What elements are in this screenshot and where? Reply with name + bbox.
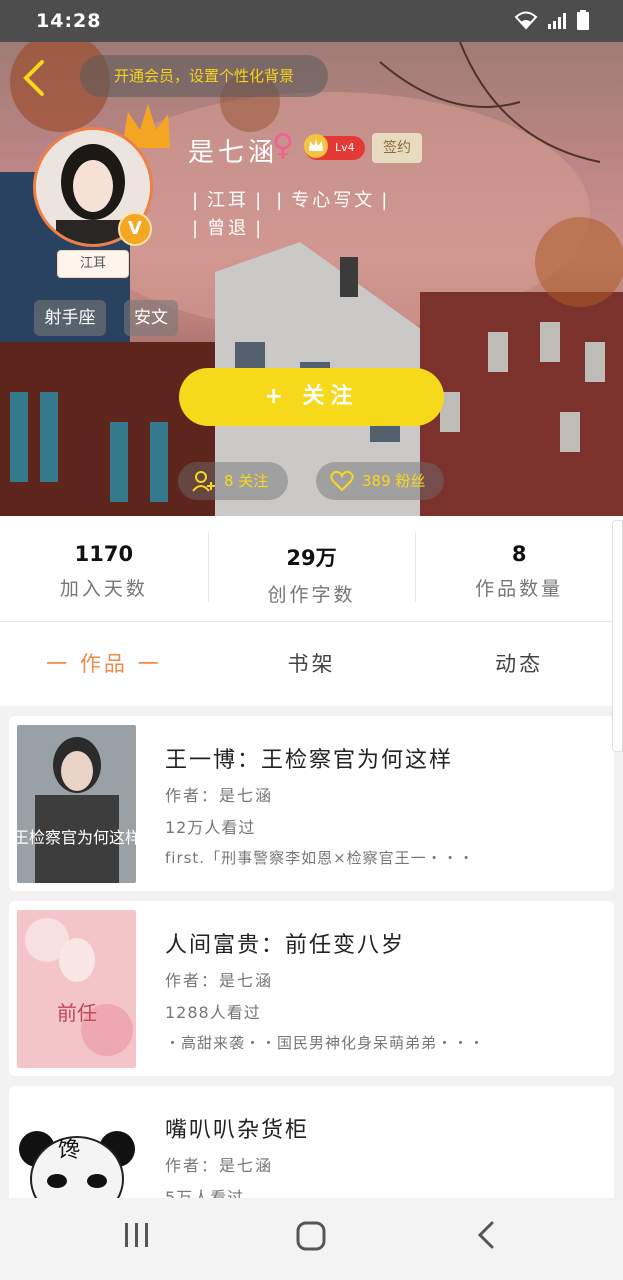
user-add-icon <box>192 471 215 492</box>
status-time: 14:28 <box>36 10 102 32</box>
work-title: 人间富贵：前任变八岁 <box>165 933 406 958</box>
verified-badge-icon: V <box>118 212 152 246</box>
battery-icon <box>577 10 589 30</box>
profile-tags-row-2: | 曾退 | <box>192 218 265 239</box>
gender-female-icon: ♀ <box>272 128 294 163</box>
stat-value: 29万 <box>286 546 337 570</box>
stat-value: 1170 <box>74 542 134 566</box>
profile-tabs: 一 作品 一 书架 动态 <box>0 622 623 706</box>
level-text: Lv4 <box>335 141 355 154</box>
stat-join-days: 1170 加入天数 <box>0 516 208 621</box>
following-count[interactable]: 8 关注 <box>178 462 288 500</box>
stat-label: 作品数量 <box>475 578 564 600</box>
zodiac-chip: 射手座 <box>34 300 106 336</box>
profile-tag: 曾退 <box>207 218 250 239</box>
work-card[interactable]: 前任 人间富贵：前任变八岁 作者：是七涵 1288人看过 ・高甜来袭・・国民男神… <box>9 901 614 1076</box>
work-card[interactable]: 王检察官为何这样 王一博：王检察官为何这样 作者：是七涵 12万人看过 firs… <box>9 716 614 891</box>
fans-label: 389 粉丝 <box>362 472 426 490</box>
following-label: 8 关注 <box>224 472 269 490</box>
cover-text: 馋 <box>58 1138 80 1163</box>
back-nav-icon[interactable] <box>472 1220 502 1250</box>
work-title: 王一博：王检察官为何这样 <box>165 748 454 773</box>
profile-header <box>0 42 623 516</box>
work-author: 作者：是七涵 <box>165 1156 274 1175</box>
stat-label: 加入天数 <box>59 578 148 600</box>
signal-icon <box>548 13 566 29</box>
work-card[interactable]: 馋 嘴叭叭杂货柜 作者：是七涵 5万人看过 <box>9 1086 614 1198</box>
profile-tag: 专心写文 <box>291 190 376 211</box>
work-cover-image: 王检察官为何这样 <box>17 725 136 883</box>
work-author: 作者：是七涵 <box>165 971 274 990</box>
works-list: 王检察官为何这样 王一博：王检察官为何这样 作者：是七涵 12万人看过 firs… <box>0 706 623 1198</box>
tab-activity[interactable]: 动态 <box>415 622 623 706</box>
work-views: 5万人看过 <box>165 1188 245 1198</box>
stat-label: 创作字数 <box>267 584 356 606</box>
scroll-indicator[interactable] <box>612 520 623 752</box>
username: 是七涵 <box>188 138 279 168</box>
work-author: 作者：是七涵 <box>165 786 274 805</box>
wifi-icon <box>514 11 538 30</box>
cover-text: 王检察官为何这样 <box>17 828 136 847</box>
header-background-image <box>0 42 623 516</box>
level-badge: Lv4 <box>304 134 365 160</box>
tab-bookshelf[interactable]: 书架 <box>208 622 416 706</box>
fans-count[interactable]: 389 粉丝 <box>316 462 444 500</box>
work-title: 嘴叭叭杂货柜 <box>165 1118 310 1143</box>
cover-text: 前任 <box>57 1001 97 1025</box>
heart-icon <box>330 470 354 492</box>
vip-background-banner[interactable]: 开通会员，设置个性化背景 <box>80 55 328 97</box>
work-views: 12万人看过 <box>165 818 256 837</box>
signed-badge: 签约 <box>372 133 422 163</box>
profile-tag: 江耳 <box>207 190 250 211</box>
work-description: first.「刑事警察李如恩×检察官王一・・・ <box>165 849 475 867</box>
level-crown-icon <box>304 134 328 158</box>
avatar-tag: 江耳 <box>57 250 129 278</box>
status-bar: 14:28 <box>0 0 623 42</box>
tab-works[interactable]: 一 作品 一 <box>0 622 208 706</box>
follow-button[interactable]: + 关注 <box>179 368 444 426</box>
work-views: 1288人看过 <box>165 1003 261 1022</box>
stat-word-count: 29万 创作字数 <box>207 516 416 621</box>
status-icons <box>513 10 589 30</box>
system-navigation-bar <box>0 1198 623 1280</box>
home-icon[interactable] <box>295 1220 327 1252</box>
recent-apps-icon[interactable] <box>122 1220 152 1250</box>
stat-value: 8 <box>511 542 527 566</box>
stat-works-count: 8 作品数量 <box>415 516 623 621</box>
work-cover-image: 前任 <box>17 910 136 1068</box>
work-description: ・高甜来袭・・国民男神化身呆萌弟弟・・・ <box>165 1034 486 1052</box>
back-arrow-icon[interactable] <box>14 56 54 100</box>
work-cover-image: 馋 <box>17 1095 136 1198</box>
info-chip: 安文 <box>124 300 178 336</box>
profile-tags-row: | 江耳 | | 专心写文 | <box>192 190 391 211</box>
stats-row: 1170 加入天数 29万 创作字数 8 作品数量 <box>0 516 623 622</box>
